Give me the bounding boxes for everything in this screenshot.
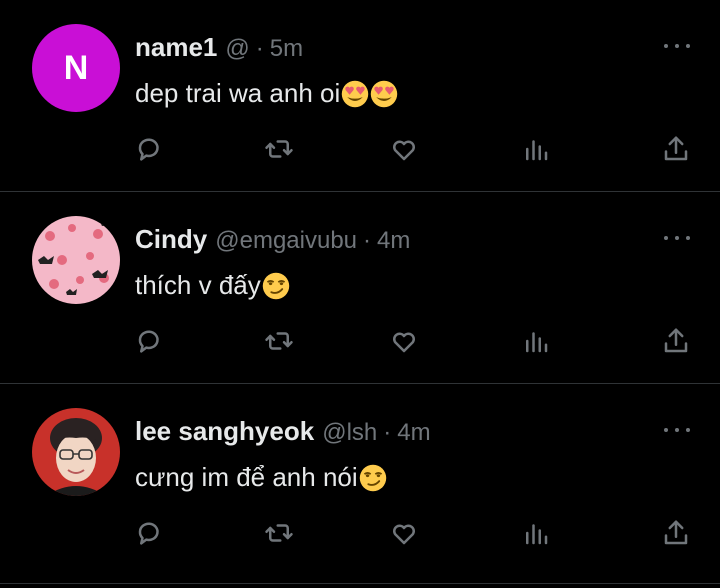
- share-icon: [664, 520, 688, 545]
- like-button[interactable]: [387, 516, 421, 550]
- tweet-text-content: cưng im để anh nói: [135, 462, 358, 492]
- views-icon: [526, 524, 548, 545]
- tweet-actions: [0, 132, 720, 166]
- user-handle[interactable]: @: [225, 35, 249, 63]
- avatar-letter: N: [32, 24, 120, 112]
- tweet-text: thích v đấy: [135, 270, 290, 301]
- reply-button[interactable]: [133, 516, 167, 550]
- tweet-actions: [0, 324, 720, 358]
- like-button[interactable]: [387, 132, 421, 166]
- user-name[interactable]: name1: [135, 32, 217, 63]
- tweet[interactable]: N name1 @ · 5m dep trai wa anh oi: [0, 0, 720, 192]
- avatar[interactable]: [32, 216, 120, 304]
- retweet-button[interactable]: [262, 132, 296, 166]
- timestamp[interactable]: 5m: [270, 35, 303, 63]
- like-button[interactable]: [387, 324, 421, 358]
- heart-eyes-emoji: [342, 80, 369, 107]
- separator-dot: ·: [255, 35, 264, 62]
- retweet-button[interactable]: [262, 516, 296, 550]
- tweet-actions: [0, 516, 720, 550]
- tweet-header: name1 @ · 5m: [135, 32, 303, 63]
- user-name[interactable]: Cindy: [135, 224, 207, 255]
- avatar[interactable]: [32, 408, 120, 496]
- heart-icon: [393, 140, 415, 161]
- reply-icon: [138, 138, 159, 161]
- tweet-text: dep trai wa anh oi: [135, 78, 398, 109]
- share-icon: [664, 136, 688, 161]
- retweet-icon: [265, 332, 293, 350]
- reply-button[interactable]: [133, 132, 167, 166]
- share-button[interactable]: [659, 324, 693, 358]
- tweet[interactable]: Cindy @emgaivubu · 4m thích v đấy: [0, 192, 720, 384]
- heart-eyes-emoji: [371, 80, 398, 107]
- tweet-text-content: thích v đấy: [135, 270, 261, 300]
- more-icon[interactable]: [664, 228, 690, 248]
- retweet-button[interactable]: [262, 324, 296, 358]
- views-button[interactable]: [519, 516, 553, 550]
- avatar-image: [32, 216, 120, 304]
- share-button[interactable]: [659, 516, 693, 550]
- avatar[interactable]: N: [32, 24, 120, 112]
- tweet-text-content: dep trai wa anh oi: [135, 78, 341, 108]
- retweet-icon: [265, 524, 293, 542]
- smirk-emoji: [262, 272, 289, 299]
- share-icon: [664, 328, 688, 353]
- timestamp[interactable]: 4m: [397, 419, 430, 447]
- share-button[interactable]: [659, 132, 693, 166]
- views-icon: [526, 140, 548, 161]
- tweet-header: Cindy @emgaivubu · 4m: [135, 224, 410, 255]
- more-icon[interactable]: [664, 420, 690, 440]
- views-button[interactable]: [519, 324, 553, 358]
- reply-icon: [138, 522, 159, 545]
- tweet[interactable]: lee sanghyeok @lsh · 4m cưng im để anh n…: [0, 384, 720, 584]
- tweet-feed: N name1 @ · 5m dep trai wa anh oi Cindy …: [0, 0, 720, 584]
- smirk-emoji: [359, 464, 386, 491]
- tweet-header: lee sanghyeok @lsh · 4m: [135, 416, 431, 447]
- user-name[interactable]: lee sanghyeok: [135, 416, 314, 447]
- separator-dot: ·: [383, 419, 392, 446]
- heart-icon: [393, 524, 415, 545]
- reply-icon: [138, 330, 159, 353]
- user-handle[interactable]: @lsh: [322, 419, 377, 447]
- heart-icon: [393, 332, 415, 353]
- separator-dot: ·: [363, 227, 372, 254]
- retweet-icon: [265, 140, 293, 158]
- avatar-image: [32, 408, 120, 496]
- timestamp[interactable]: 4m: [377, 227, 410, 255]
- views-icon: [526, 332, 548, 353]
- user-handle[interactable]: @emgaivubu: [215, 227, 357, 255]
- views-button[interactable]: [519, 132, 553, 166]
- more-icon[interactable]: [664, 36, 690, 56]
- tweet-text: cưng im để anh nói: [135, 462, 387, 493]
- reply-button[interactable]: [133, 324, 167, 358]
